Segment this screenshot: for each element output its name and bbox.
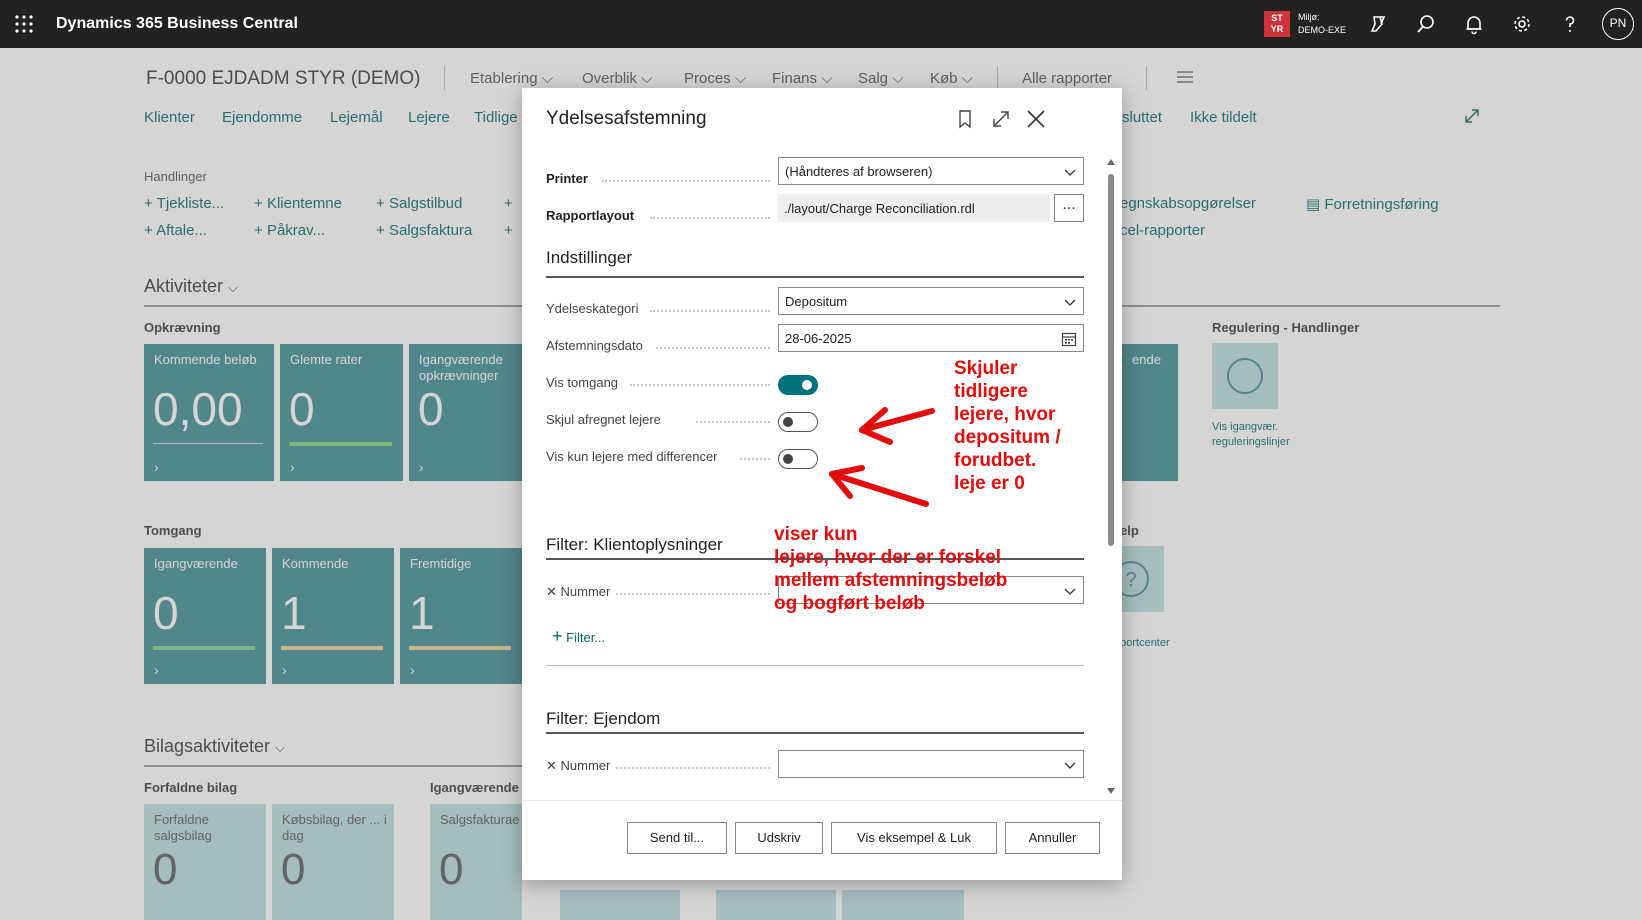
chevron-down-icon [1064,588,1076,595]
filter-klient-heading: Filter: Klientoplysninger [546,535,723,554]
notifications-bell-icon[interactable] [1462,12,1486,36]
section-underline [546,276,1084,278]
layout-lookup-button[interactable]: ... [1054,194,1084,222]
field-dots [616,767,770,769]
annotation-arrow-icon [859,407,935,445]
annotation-line: og bogført beløb [774,593,925,614]
annotation-line: leje er 0 [954,473,1025,494]
annotation-line: mellem afstemningsbeløb [774,570,1008,591]
filter-ejendom-field[interactable]: ✕ Nummer [546,758,610,774]
send-to-button[interactable]: Send til... [627,822,727,854]
user-avatar[interactable]: PN [1602,8,1634,40]
close-icon[interactable] [1025,108,1047,130]
environment-label: Miljø: [1298,12,1320,22]
kun-differencer-label: Vis kun lejere med differencer [546,449,718,464]
annotation-note-1: Skjuler tidligere lejere, hvor depositum… [954,357,1061,495]
vis-tomgang-toggle[interactable] [778,375,818,395]
printer-select[interactable]: (Håndteres af browseren) [778,157,1084,185]
expand-icon[interactable] [990,108,1012,130]
annotation-line: viser kun [774,524,858,545]
preview-close-button[interactable]: Vis eksempel & Luk [831,822,997,854]
app-launcher-icon[interactable] [14,14,34,34]
calendar-icon[interactable] [1061,331,1077,347]
filter-ejendom-select[interactable] [778,750,1084,778]
cancel-button[interactable]: Annuller [1005,822,1100,854]
add-filter-link[interactable]: + Filter... [552,626,605,647]
toggle-knob [802,380,812,390]
filter-klient-field[interactable]: ✕ Nummer [546,584,610,600]
environment-badge[interactable]: ST YR [1264,11,1290,37]
annotation-line: tidligere [954,381,1028,402]
date-input[interactable]: 28-06-2025 [778,324,1084,352]
filter-field-label: Nummer [560,584,611,599]
field-dots [740,458,770,460]
kun-differencer-toggle[interactable] [778,449,818,469]
dialog-scrollbar[interactable] [1106,158,1116,798]
top-bar: Dynamics 365 Business Central ST YR Miljø… [0,0,1642,48]
settings-gear-icon[interactable] [1510,12,1534,36]
search-icon[interactable] [1414,12,1438,36]
field-dots [650,217,770,219]
field-dots [616,593,770,595]
filter-field-label: Nummer [560,758,611,773]
printer-label: Printer [546,171,588,186]
field-dots [602,180,770,182]
category-select[interactable]: Depositum [778,287,1084,315]
section-underline [546,732,1084,734]
settings-heading: Indstillinger [546,248,632,267]
help-icon[interactable] [1558,12,1582,36]
section-divider [546,665,1084,666]
bookmark-icon[interactable] [954,108,976,130]
chevron-down-icon [1064,169,1076,176]
field-dots [696,421,770,423]
dialog-title: Ydelsesafstemning [546,108,707,129]
annotation-line: Skjuler [954,358,1018,379]
annotation-arrow-icon [829,465,929,507]
skjul-afregnet-label: Skjul afregnet lejere [546,412,661,427]
chevron-down-icon [1064,762,1076,769]
chevron-down-icon [1064,299,1076,306]
environment-info[interactable]: Miljø: DEMO-EXE [1298,11,1346,37]
field-dots [656,347,770,349]
copilot-icon[interactable] [1366,12,1390,36]
print-button[interactable]: Udskriv [735,822,823,854]
footer-divider [522,800,1122,801]
toggle-knob [783,416,793,427]
vis-tomgang-label: Vis tomgang [546,375,619,390]
layout-label: Rapportlayout [546,208,635,223]
remove-filter-icon[interactable]: ✕ [546,584,557,599]
remove-filter-icon[interactable]: ✕ [546,758,557,773]
add-filter-label: Filter... [566,630,606,645]
filter-ejendom-heading: Filter: Ejendom [546,709,661,728]
annotation-line: forudbet. [954,450,1037,471]
annotation-line: depositum / [954,427,1061,448]
app-name[interactable]: Dynamics 365 Business Central [56,15,298,33]
category-label: Ydelseskategori [546,301,639,316]
environment-name: DEMO-EXE [1298,25,1347,35]
annotation-line: lejere, hvor [954,404,1056,425]
plus-icon: + [552,626,563,646]
annotation-note-2: viser kun lejere, hvor der er forskel me… [774,523,1007,615]
field-dots [650,310,770,312]
field-dots [630,384,770,386]
annotation-line: lejere, hvor der er forskel [774,547,1002,568]
select-value: (Håndteres af browseren) [785,164,933,179]
input-value: 28-06-2025 [785,331,852,346]
date-label: Afstemningsdato [546,338,643,353]
select-value: Depositum [785,294,848,309]
layout-field[interactable]: ./layout/Charge Reconciliation.rdl [778,194,1050,222]
toggle-knob [783,453,793,464]
skjul-afregnet-toggle[interactable] [778,412,818,432]
